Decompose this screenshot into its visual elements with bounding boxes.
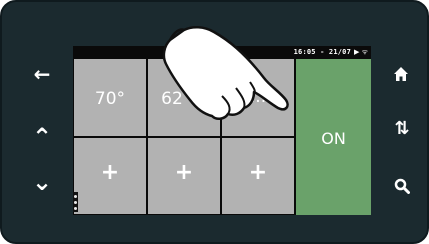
chevron-up-icon[interactable]: ⌃ — [27, 122, 57, 152]
pointing-hand-icon — [162, 26, 289, 120]
tile-add-2[interactable]: + — [148, 138, 220, 214]
device-bezel: ← ⌃ ⌄ ⇅ 16:05 - 21/07 ▶ ᯤ 70° 62 ... + +… — [0, 0, 429, 244]
drawer-handle[interactable] — [73, 192, 78, 212]
sort-icon[interactable]: ⇅ — [387, 114, 417, 144]
home-icon[interactable] — [386, 60, 416, 90]
search-icon[interactable] — [387, 172, 417, 202]
back-icon[interactable]: ← — [27, 59, 57, 89]
plus-icon: + — [174, 160, 194, 185]
tile-add-3[interactable]: + — [222, 138, 294, 214]
chevron-down-icon[interactable]: ⌄ — [27, 167, 57, 197]
plus-icon: + — [248, 160, 268, 185]
tile-add-1[interactable]: + — [74, 138, 146, 214]
on-toggle-tile[interactable]: ON — [296, 59, 371, 215]
plus-icon: + — [100, 160, 120, 185]
on-label: ON — [321, 129, 346, 148]
status-time-date: 16:05 - 21/07 — [293, 48, 351, 56]
status-icons: ▶ ᯤ — [354, 48, 368, 56]
